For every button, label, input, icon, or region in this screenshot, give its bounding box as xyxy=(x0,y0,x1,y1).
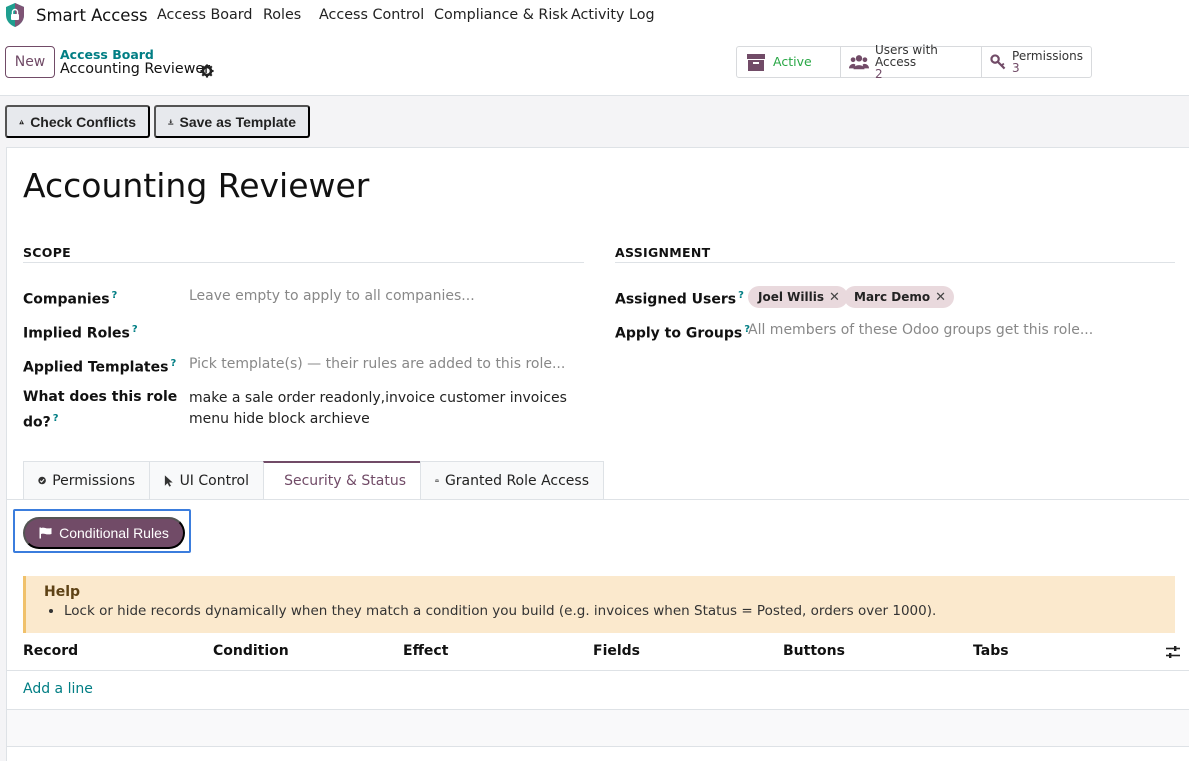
smart-button-users[interactable]: Users with Access 2 xyxy=(841,44,982,81)
add-a-line-link[interactable]: Add a line xyxy=(23,681,93,697)
check-conflicts-button[interactable]: Check Conflicts xyxy=(5,105,150,138)
column-header-condition[interactable]: Condition xyxy=(213,643,289,659)
applied-templates-input[interactable]: Pick template(s) — their rules are added… xyxy=(189,356,565,372)
breadcrumb-parent[interactable]: Access Board xyxy=(60,47,154,62)
smart-button-permissions[interactable]: Permissions 3 xyxy=(982,47,1091,77)
column-settings-icon[interactable] xyxy=(1165,644,1181,660)
user-tag-joel-willis: Joel Willis ✕ xyxy=(748,286,848,308)
key-icon xyxy=(990,54,1006,70)
cursor-icon xyxy=(164,474,173,487)
tab-permissions[interactable]: Permissions xyxy=(23,461,149,500)
warning-icon xyxy=(19,119,25,124)
top-navbar: Smart Access Access Board Roles Access C… xyxy=(0,0,1189,32)
help-alert: Help Lock or hide records dynamically wh… xyxy=(23,576,1175,633)
smart-button-active[interactable]: Active xyxy=(737,47,841,77)
column-header-effect[interactable]: Effect xyxy=(403,643,448,659)
apply-groups-label: Apply to Groups? xyxy=(615,324,751,342)
tabs-divider xyxy=(7,499,1189,500)
nav-compliance-risk[interactable]: Compliance & Risk xyxy=(434,7,568,23)
companies-label: Companies? xyxy=(23,290,118,308)
download-icon xyxy=(168,118,174,125)
scope-heading: SCOPE xyxy=(23,245,72,260)
tab-security-status[interactable]: Security & Status xyxy=(263,461,420,500)
smart-users-count: 2 xyxy=(875,67,883,81)
assigned-users-help-icon[interactable]: ? xyxy=(738,290,744,301)
rules-table-header: Record Condition Effect Fields Buttons T… xyxy=(7,633,1189,671)
conditional-rules-button[interactable]: Conditional Rules xyxy=(23,517,185,549)
help-title: Help xyxy=(44,584,81,600)
smart-users-label: Users with Access xyxy=(875,43,938,69)
record-title[interactable]: Accounting Reviewer xyxy=(23,166,369,205)
flag-icon xyxy=(39,527,52,539)
what-does-help-icon[interactable]: ? xyxy=(53,413,59,424)
companies-help-icon[interactable]: ? xyxy=(112,290,118,301)
column-header-record[interactable]: Record xyxy=(23,643,78,659)
smart-buttons: Active Users with Access 2 Permissions 3 xyxy=(736,44,1092,81)
assignment-divider xyxy=(615,262,1175,263)
nav-access-board[interactable]: Access Board xyxy=(157,7,253,23)
form-sheet: Accounting Reviewer SCOPE Companies? Lea… xyxy=(6,147,1189,761)
smart-active-label: Active xyxy=(773,54,812,69)
what-does-textarea[interactable]: make a sale order readonly,invoice custo… xyxy=(189,388,581,430)
notebook-tabs: Permissions UI Control Security & Status xyxy=(23,461,604,500)
form-statusbar: Check Conflicts Save as Template xyxy=(0,97,1189,147)
companies-input[interactable]: Leave empty to apply to all companies... xyxy=(189,288,475,304)
control-panel: New Access Board Accounting Reviewer Act… xyxy=(0,32,1189,96)
applied-templates-label: Applied Templates? xyxy=(23,358,177,376)
save-as-template-label: Save as Template xyxy=(179,113,296,130)
check-circle-icon xyxy=(38,476,46,485)
remove-tag-icon[interactable]: ✕ xyxy=(935,290,946,305)
remove-tag-icon[interactable]: ✕ xyxy=(829,290,840,305)
implied-roles-label: Implied Roles? xyxy=(23,324,138,342)
new-button[interactable]: New xyxy=(5,46,55,78)
check-conflicts-label: Check Conflicts xyxy=(30,113,136,130)
smart-permissions-label: Permissions xyxy=(1012,49,1083,63)
tab-granted-role-access[interactable]: Granted Role Access xyxy=(420,461,604,500)
shield-lock-icon[interactable] xyxy=(4,2,26,28)
smart-permissions-count: 3 xyxy=(1012,61,1020,75)
archive-icon xyxy=(747,54,765,71)
implied-roles-help-icon[interactable]: ? xyxy=(132,324,138,335)
tab-ui-control[interactable]: UI Control xyxy=(149,461,263,500)
assigned-users-label: Assigned Users? xyxy=(615,290,744,308)
breadcrumb-current: Accounting Reviewer xyxy=(60,61,211,77)
user-tag-marc-demo: Marc Demo ✕ xyxy=(844,286,955,308)
nav-activity-log[interactable]: Activity Log xyxy=(571,7,655,23)
column-header-fields[interactable]: Fields xyxy=(593,643,640,659)
table-row xyxy=(7,710,1189,747)
users-icon xyxy=(849,55,869,70)
what-does-label: What does this role do?? xyxy=(23,389,178,431)
gear-icon[interactable] xyxy=(200,64,214,78)
applied-templates-help-icon[interactable]: ? xyxy=(170,358,176,369)
scope-divider xyxy=(23,262,584,263)
app-brand[interactable]: Smart Access xyxy=(36,6,148,25)
help-item: Lock or hide records dynamically when th… xyxy=(64,603,1175,619)
nav-access-control[interactable]: Access Control xyxy=(319,7,424,23)
column-header-tabs[interactable]: Tabs xyxy=(973,643,1009,659)
users-icon xyxy=(435,479,439,482)
nav-roles[interactable]: Roles xyxy=(263,7,301,23)
assignment-heading: ASSIGNMENT xyxy=(615,245,711,260)
apply-groups-input[interactable]: All members of these Odoo groups get thi… xyxy=(748,322,1093,338)
column-header-buttons[interactable]: Buttons xyxy=(783,643,845,659)
save-as-template-button[interactable]: Save as Template xyxy=(154,105,310,138)
